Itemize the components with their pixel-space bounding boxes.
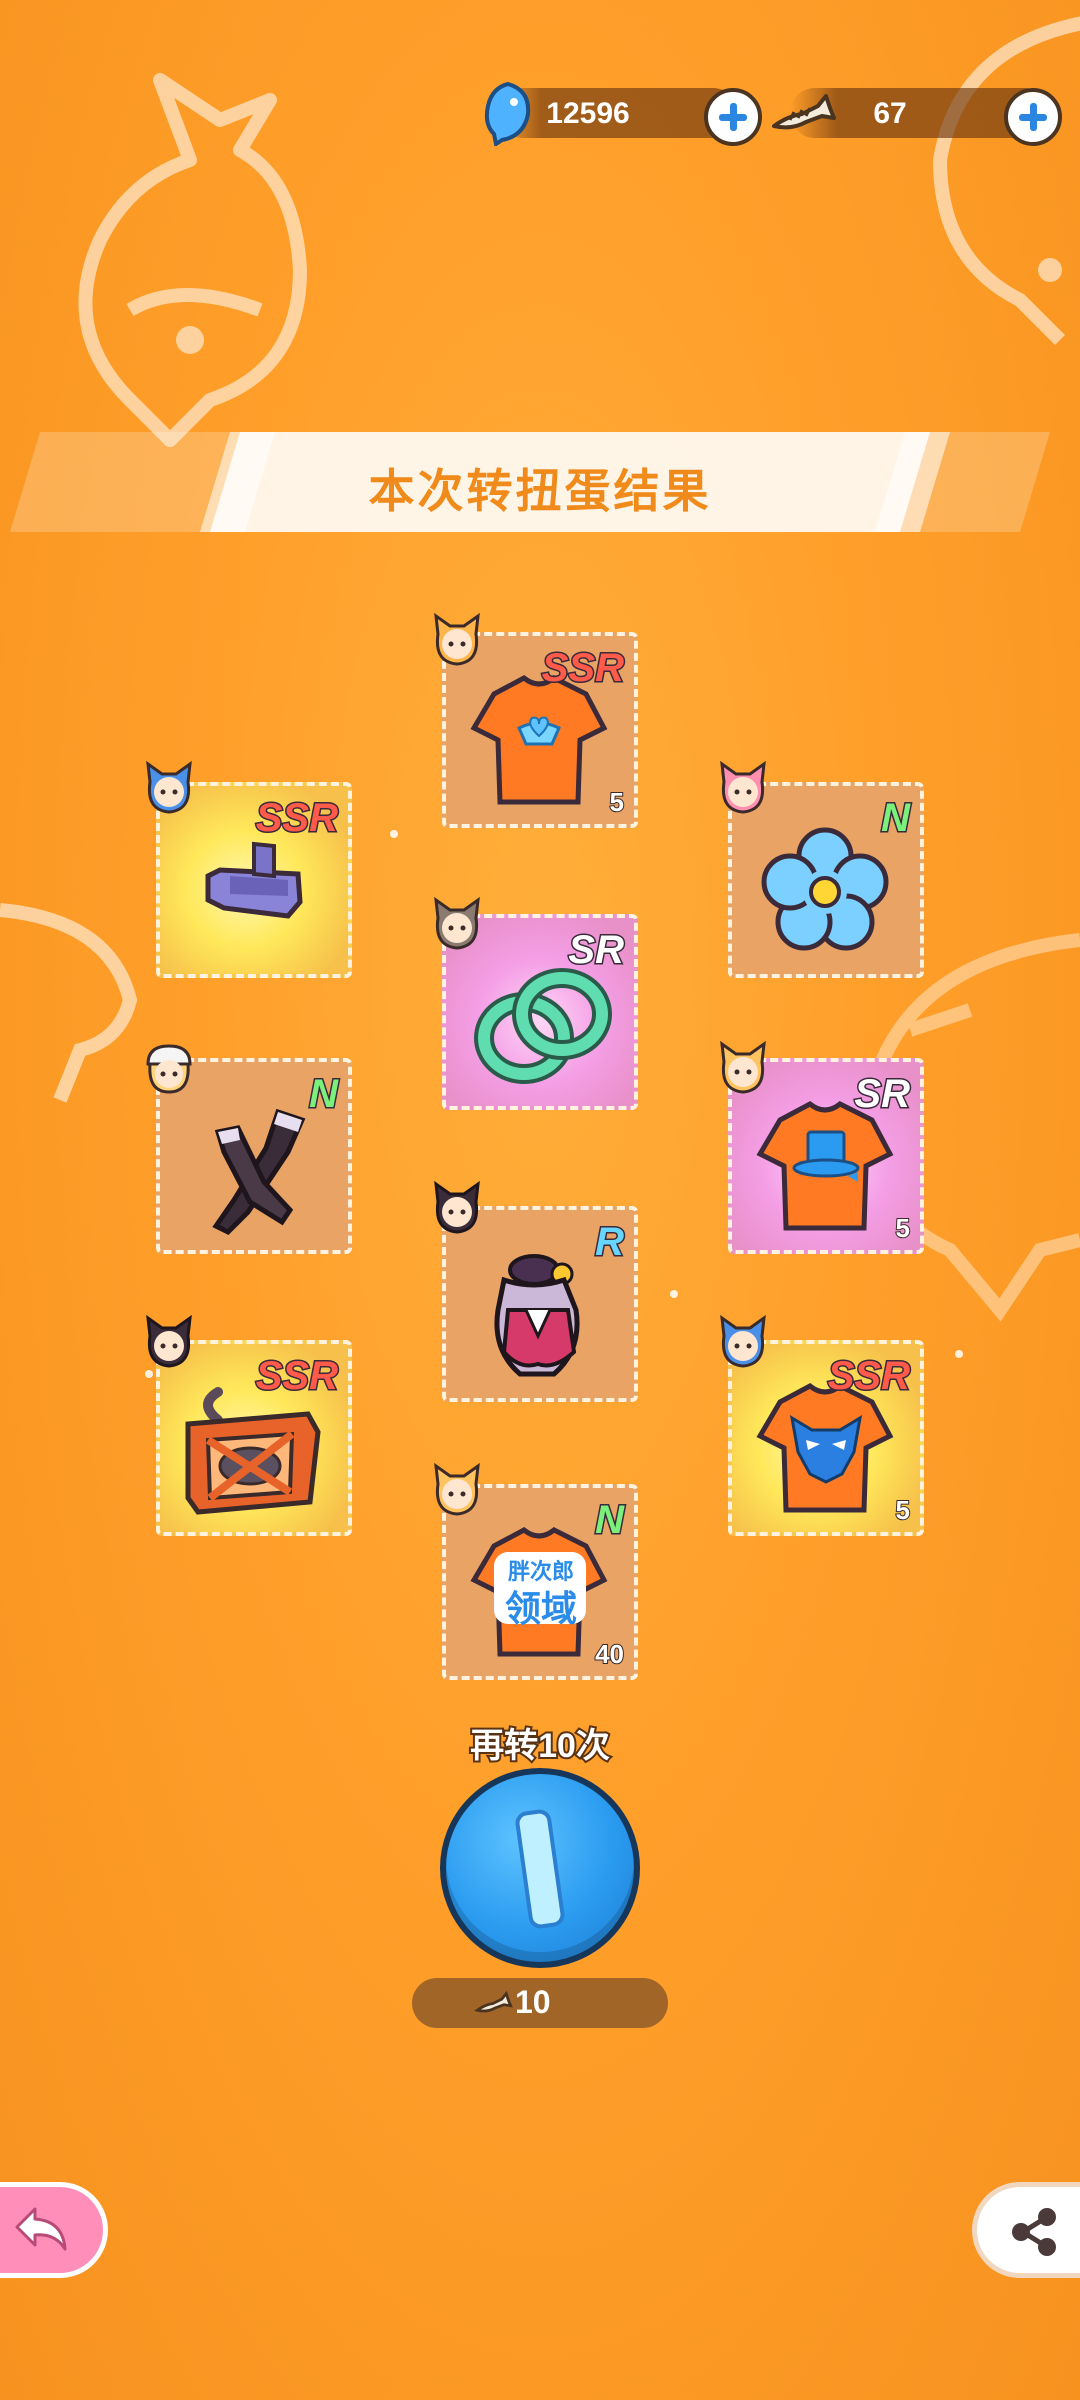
rarity-badge: SR: [567, 927, 626, 974]
blue-fish-icon: [484, 81, 531, 146]
blue-flower-item: [761, 827, 889, 951]
sparkle: [670, 1290, 678, 1298]
rarity-badge: SSR: [826, 1353, 911, 1400]
item-quantity: 40: [594, 1638, 625, 1670]
rarity-badge: SSR: [540, 645, 625, 692]
red-dress-bell-item: [494, 1254, 580, 1377]
share-button[interactable]: [972, 2182, 1080, 2278]
rarity-badge: N: [594, 1497, 626, 1544]
rarity-badge: N: [880, 795, 912, 842]
spin-again-label: 再转10次: [468, 1725, 612, 1767]
cat-girl-avatar-icon: [434, 612, 480, 666]
cat-girl-avatar-icon: [720, 1314, 766, 1368]
fishbone-ticket-icon: [474, 1990, 513, 2013]
cat-girl-avatar-icon: [720, 760, 766, 814]
cat-girl-avatar-icon: [146, 1044, 192, 1094]
back-button[interactable]: [0, 2182, 108, 2278]
spin-cost-value: 10: [515, 1984, 551, 2020]
rarity-badge: N: [308, 1071, 340, 1118]
cat-girl-avatar-icon: [434, 896, 480, 950]
sparkle: [390, 830, 398, 838]
rarity-badge: SSR: [254, 795, 339, 842]
capsule-lever-icon: [515, 1809, 565, 1929]
cat-girl-avatar-icon: [146, 1314, 192, 1368]
spin-again-button[interactable]: [440, 1768, 640, 1968]
add-gems-button[interactable]: [704, 88, 762, 146]
cat-girl-avatar-icon: [434, 1180, 480, 1234]
add-tickets-button[interactable]: [1004, 88, 1062, 146]
rarity-badge: SSR: [254, 1353, 339, 1400]
rarity-badge: R: [594, 1219, 626, 1266]
share-icon: [1012, 2208, 1056, 2256]
fishbone-ticket-icon: [772, 94, 836, 130]
item-quantity: 5: [894, 1494, 911, 1526]
sparkle: [955, 1350, 963, 1358]
cat-girl-avatar-icon: [146, 760, 192, 814]
background-fish-decoration: [78, 73, 307, 447]
page-title: 本次转扭蛋结果: [368, 465, 712, 517]
shirt-print-line-2: 领域: [504, 1588, 577, 1629]
background-fish-decoration: [932, 16, 1080, 345]
black-stockings-item: [212, 1108, 306, 1236]
cat-girl-avatar-icon: [720, 1040, 766, 1094]
background-fish-decoration: [0, 903, 138, 1103]
item-quantity: 5: [608, 786, 625, 818]
cat-girl-avatar-icon: [434, 1462, 480, 1516]
rarity-badge: SR: [853, 1071, 912, 1118]
back-arrow-icon: [15, 2207, 67, 2251]
item-quantity: 5: [894, 1212, 911, 1244]
